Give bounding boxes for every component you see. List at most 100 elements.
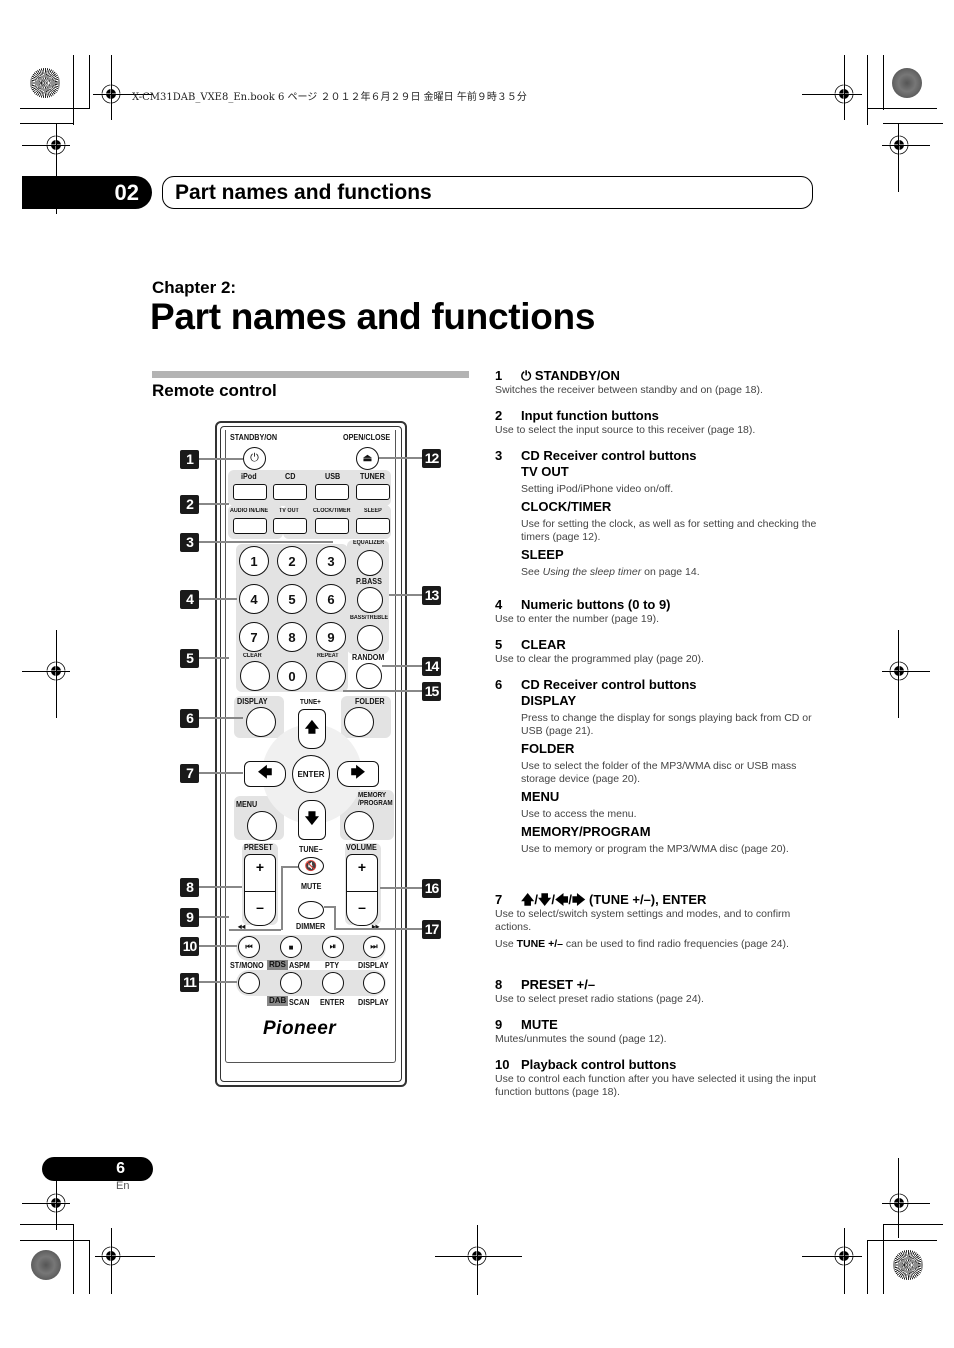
chapter-label: Chapter 2: (152, 278, 237, 297)
tune-plus-label: TUNE+ (300, 699, 321, 706)
ipod-button[interactable] (233, 484, 267, 500)
left-button[interactable]: 🡄 (244, 761, 286, 787)
tune-minus-down-button[interactable]: 🡇 (298, 800, 326, 840)
audio-in-line-button[interactable] (233, 518, 267, 534)
open-close-button[interactable]: ⏏ (356, 447, 379, 470)
page-title: Part names and functions (150, 296, 596, 337)
equalizer-label: EQUALIZER (353, 540, 385, 546)
display-rds-label: DISPLAY (358, 961, 389, 970)
tune-plus-up-button[interactable]: 🡅 (298, 709, 326, 749)
volume-plus-button[interactable]: + (347, 859, 377, 875)
usb-button[interactable] (315, 484, 349, 500)
description-text: Use to select preset radio stations (pag… (495, 993, 704, 1005)
memory-program-label: MEMORY /PROGRAM (358, 792, 393, 807)
arrow-down-icon: 🡇 (304, 811, 320, 827)
description-title: CD Receiver control buttons (521, 448, 697, 463)
bass-treble-label: BASS/TREBLE (350, 615, 389, 621)
description-title: Input function buttons (521, 408, 659, 423)
numeric-button-8[interactable]: 8 (277, 622, 307, 652)
preset-rocker[interactable]: + – (244, 854, 276, 926)
next-button[interactable]: ⏭ (363, 936, 385, 958)
aspm-label: ASPM (289, 961, 310, 970)
description-text: Mutes/unmutes the sound (page 12). (495, 1033, 667, 1045)
mute-button[interactable]: 🔇 (298, 857, 324, 875)
description-item-5: 5 CLEAR Use to clear the programmed play … (495, 637, 820, 666)
dab-tag: DAB (267, 996, 289, 1006)
numeric-button-1[interactable]: 1 (239, 546, 269, 576)
callout-8: 8 (180, 878, 199, 897)
callout-10: 10 (180, 937, 199, 956)
menu-button[interactable] (247, 811, 277, 841)
description-item-2: 2 Input function buttons Use to select th… (495, 408, 820, 437)
mute-icon: 🔇 (304, 860, 318, 872)
bass-treble-button[interactable] (357, 625, 383, 651)
standby-on-button[interactable]: ⏻ (243, 447, 266, 470)
numeric-button-4[interactable]: 4 (239, 584, 269, 614)
description-text: Use to enter the number (page 19). (495, 613, 660, 625)
numeric-button-0[interactable]: 0 (277, 661, 307, 691)
previous-button[interactable]: ⏮ (238, 936, 260, 958)
section-title: Remote control (152, 381, 277, 400)
description-text: Switches the receiver between standby an… (495, 384, 763, 396)
memory-program-button[interactable] (344, 811, 374, 841)
callout-5: 5 (180, 649, 199, 668)
callout-3: 3 (180, 533, 199, 552)
eject-icon: ⏏ (362, 453, 373, 464)
random-button[interactable] (356, 663, 382, 689)
description-title: Playback control buttons (521, 1057, 677, 1072)
volume-rocker[interactable]: + – (346, 854, 378, 926)
description-item-4: 4 Numeric buttons (0 to 9) Use to enter t… (495, 597, 820, 626)
description-title: CLEAR (521, 637, 566, 652)
dimmer-button[interactable] (298, 901, 324, 919)
folder-button[interactable] (344, 707, 374, 737)
description-title: CD Receiver control buttons (521, 677, 697, 692)
rds-tag: RDS (267, 960, 288, 970)
tuner-button[interactable] (356, 484, 390, 500)
callout-4: 4 (180, 590, 199, 609)
clear-label: CLEAR (243, 653, 262, 659)
cross-reference: Using the sleep timer (542, 566, 642, 578)
numeric-button-9[interactable]: 9 (316, 622, 346, 652)
clock-timer-button[interactable] (315, 518, 349, 534)
st-mono-button[interactable] (238, 972, 260, 994)
preset-minus-button[interactable]: – (245, 899, 275, 915)
p-bass-button[interactable] (357, 587, 383, 613)
cd-button[interactable] (273, 484, 307, 500)
dimmer-label: DIMMER (296, 922, 326, 931)
sub-title-folder: FOLDER (521, 741, 575, 756)
sleep-button[interactable] (356, 518, 390, 534)
display-button[interactable] (246, 707, 276, 737)
scan-label: SCAN (289, 998, 310, 1007)
numeric-button-6[interactable]: 6 (316, 584, 346, 614)
sub-title-clock-timer: CLOCK/TIMER (521, 499, 612, 514)
numeric-button-3[interactable]: 3 (316, 546, 346, 576)
right-button[interactable]: 🡆 (337, 761, 379, 787)
description-title: PRESET +/– (521, 977, 596, 992)
aspm-scan-button[interactable] (280, 972, 302, 994)
equalizer-button[interactable] (357, 550, 383, 576)
preset-plus-button[interactable]: + (245, 859, 275, 875)
numeric-button-5[interactable]: 5 (277, 584, 307, 614)
repeat-button[interactable] (316, 661, 346, 691)
stop-button[interactable]: ■ (280, 936, 302, 958)
description-text: Use to control each function after you h… (495, 1073, 817, 1098)
chapter-title-bar: Part names and functions (162, 176, 813, 209)
description-item-10: 10 Playback control buttons Use to contro… (495, 1057, 820, 1099)
folder-label: FOLDER (355, 697, 385, 706)
tv-out-button[interactable] (273, 518, 307, 534)
callout-13: 13 (422, 586, 441, 605)
color-target-icon (30, 68, 60, 98)
clear-button[interactable] (240, 661, 270, 691)
sub-text: Use to memory or program the MP3/WMA dis… (521, 843, 789, 855)
volume-minus-button[interactable]: – (347, 899, 377, 915)
callout-1: 1 (180, 450, 199, 469)
sub-text: Setting iPod/iPhone video on/off. (521, 483, 674, 495)
display-dab-button[interactable] (363, 972, 385, 994)
play-pause-button[interactable]: ⏯ (322, 936, 344, 958)
numeric-button-7[interactable]: 7 (239, 622, 269, 652)
pty-enter-button[interactable] (322, 972, 344, 994)
enter-button[interactable]: ENTER (292, 755, 330, 793)
standby-on-label: STANDBY/ON (230, 433, 278, 442)
page-language: En (116, 1180, 130, 1192)
numeric-button-2[interactable]: 2 (277, 546, 307, 576)
